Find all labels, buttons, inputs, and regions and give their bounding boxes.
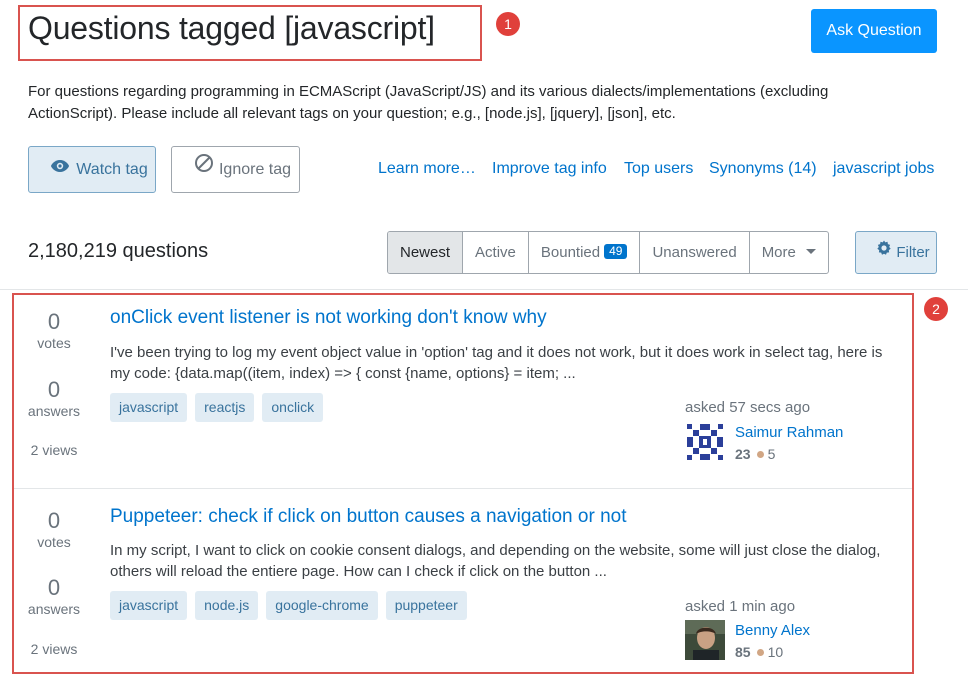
question-count: 2,180,219 questions	[28, 240, 209, 262]
user-reputation: 23 5	[735, 446, 775, 462]
watch-tag-button[interactable]: Watch tag	[28, 146, 156, 193]
user-name-link[interactable]: Saimur Rahman	[735, 424, 843, 441]
answers-label: answers	[27, 403, 81, 419]
votes-label: votes	[37, 534, 71, 550]
answer-count: 0 answers	[14, 576, 94, 618]
vote-count: 0 votes	[14, 310, 94, 352]
watch-tag-label: Watch tag	[76, 161, 148, 178]
asked-time: asked 57 secs ago	[685, 399, 811, 416]
synonyms-link[interactable]: Synonyms (14)	[709, 160, 817, 178]
tag-puppeteer[interactable]: puppeteer	[385, 591, 467, 620]
gear-icon	[876, 231, 892, 272]
answer-count: 0 answers	[14, 378, 94, 420]
user-name-link[interactable]: Benny Alex	[735, 622, 810, 639]
vote-count: 0 votes	[14, 509, 94, 551]
javascript-jobs-link[interactable]: javascript jobs	[833, 160, 934, 178]
tag-google-chrome[interactable]: google-chrome	[266, 591, 378, 620]
question-excerpt: I've been trying to log my event object …	[110, 344, 883, 382]
ask-question-button[interactable]: Ask Question	[811, 9, 937, 53]
annotation-box-1	[18, 5, 482, 61]
bronze-badge-icon	[756, 451, 764, 458]
question-excerpt: In my script, I want to click on cookie …	[110, 542, 881, 580]
tab-more[interactable]: More	[750, 232, 828, 273]
learn-more-link[interactable]: Learn more…	[378, 160, 476, 178]
answers-label: answers	[27, 601, 81, 617]
bounty-count-badge: 49	[604, 244, 628, 259]
sort-tabs: Newest Active Bountied 49 Unanswered More	[387, 231, 829, 274]
tab-unanswered[interactable]: Unanswered	[640, 232, 750, 273]
votes-label: votes	[37, 335, 71, 351]
question-tags: javascript reactjs onclick	[110, 393, 324, 422]
annotation-badge-2: 2	[924, 297, 948, 321]
avatar[interactable]	[685, 422, 725, 462]
bronze-badge-count: 5	[767, 446, 776, 462]
answers-number: 0	[47, 575, 61, 600]
top-users-link[interactable]: Top users	[624, 160, 693, 178]
filter-button[interactable]: Filter	[855, 231, 937, 274]
asked-time: asked 1 min ago	[685, 598, 796, 615]
divider	[0, 289, 968, 290]
ignore-tag-label: Ignore tag	[218, 161, 292, 178]
annotation-badge-1: 1	[496, 12, 520, 36]
avatar[interactable]	[685, 620, 725, 660]
view-count: 2 views	[30, 442, 78, 458]
tab-newest[interactable]: Newest	[388, 232, 464, 273]
chevron-down-icon	[805, 249, 816, 254]
votes-number: 0	[47, 508, 61, 533]
question-title-link[interactable]: onClick event listener is not working do…	[110, 307, 547, 329]
tag-reactjs[interactable]: reactjs	[195, 393, 255, 422]
reputation-score: 85	[735, 644, 751, 660]
view-count: 2 views	[30, 641, 78, 657]
question-title-link[interactable]: Puppeteer: check if click on button caus…	[110, 506, 626, 528]
ignore-tag-button[interactable]: Ignore tag	[171, 146, 300, 193]
tab-bountied-label: Bountied	[540, 244, 601, 261]
user-reputation: 85 10	[735, 644, 783, 660]
tag-nodejs[interactable]: node.js	[195, 591, 259, 620]
bronze-badge-count: 10	[767, 644, 784, 660]
votes-number: 0	[47, 309, 61, 334]
tag-javascript[interactable]: javascript	[110, 393, 188, 422]
filter-label: Filter	[896, 244, 930, 261]
ban-icon	[194, 146, 214, 191]
tag-javascript[interactable]: javascript	[110, 591, 188, 620]
tab-active[interactable]: Active	[463, 232, 529, 273]
tab-bountied[interactable]: Bountied 49	[529, 232, 641, 273]
question-divider	[14, 488, 912, 489]
question-tags: javascript node.js google-chrome puppete…	[110, 591, 467, 620]
tag-description: For questions regarding programming in E…	[28, 83, 829, 122]
answers-number: 0	[47, 377, 61, 402]
tab-more-label: More	[761, 244, 796, 261]
tag-onclick[interactable]: onclick	[262, 393, 324, 422]
improve-tag-info-link[interactable]: Improve tag info	[492, 160, 607, 178]
reputation-score: 23	[735, 446, 751, 462]
eye-icon	[50, 146, 70, 191]
bronze-badge-icon	[756, 649, 764, 656]
